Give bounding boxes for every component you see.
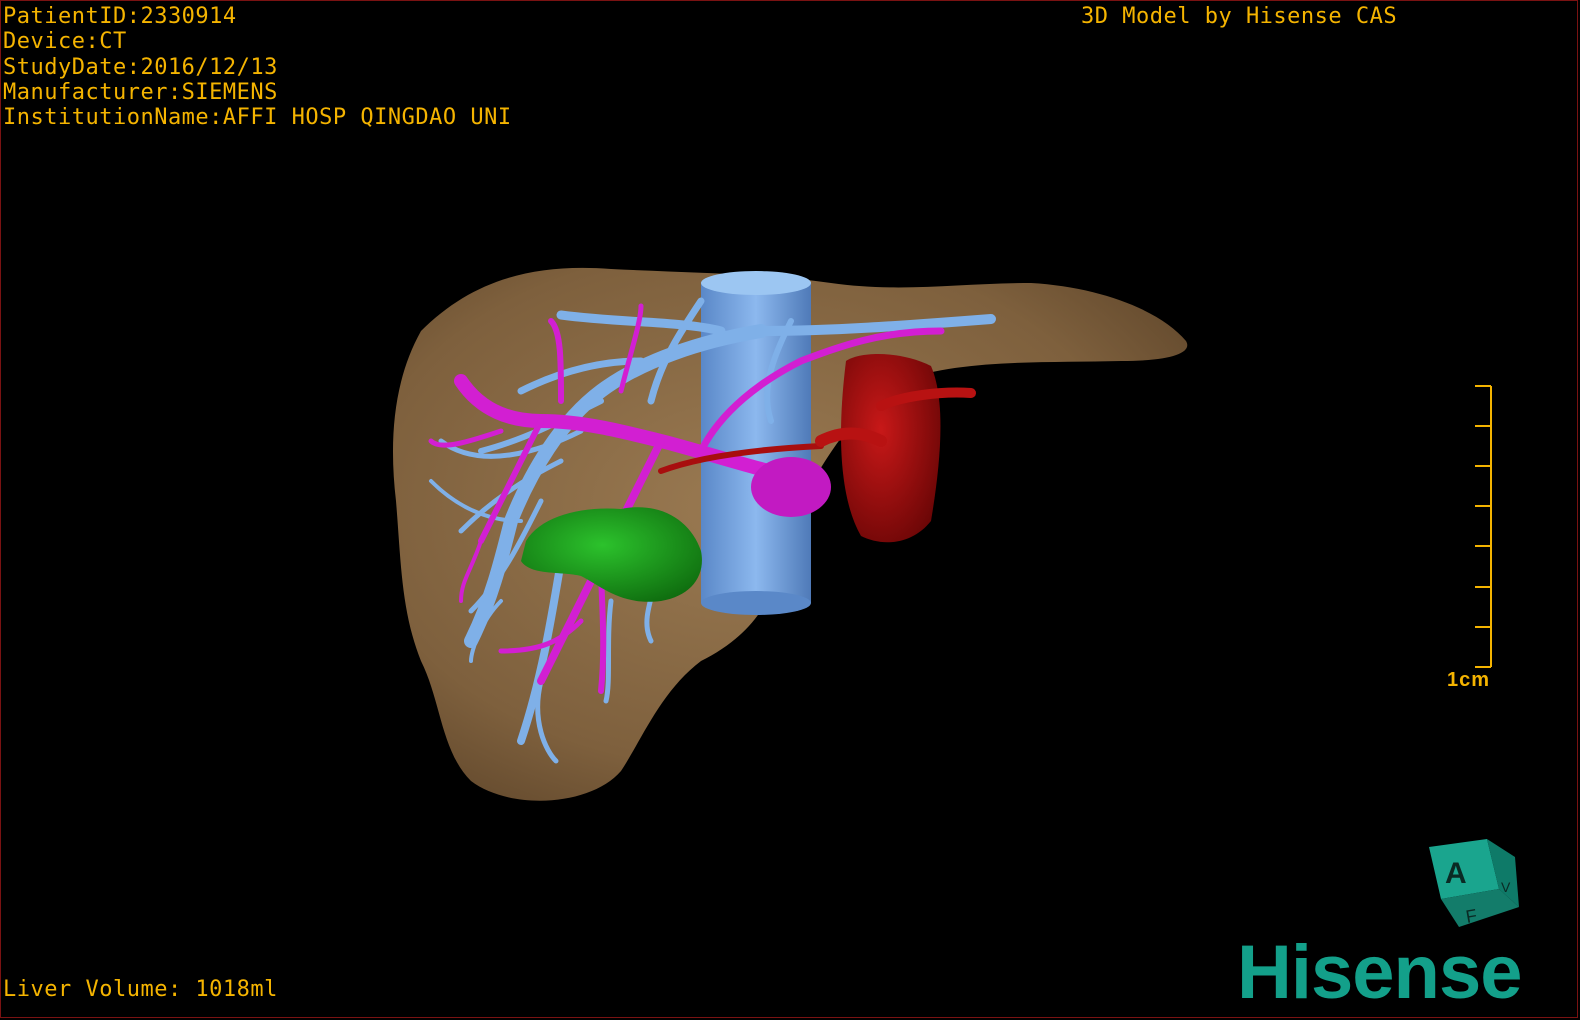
scale-label: 1cm bbox=[1447, 669, 1491, 691]
3d-viewport[interactable]: PatientID:2330914 Device:CT StudyDate:20… bbox=[0, 0, 1578, 1018]
liver-3d-model[interactable] bbox=[1, 1, 1578, 1018]
device: Device:CT bbox=[3, 29, 127, 55]
study-date: StudyDate:2016/12/13 bbox=[3, 54, 278, 80]
hisense-logo: Hisense bbox=[1237, 930, 1522, 1015]
liver-volume: Liver Volume: 1018ml bbox=[3, 977, 278, 1002]
dicom-info-overlay: PatientID:2330914 Device:CT StudyDate:20… bbox=[3, 4, 512, 130]
manufacturer: Manufacturer:SIEMENS bbox=[3, 79, 278, 105]
ruler-icon bbox=[1475, 385, 1492, 668]
model-credit: 3D Model by Hisense CAS bbox=[1081, 4, 1398, 29]
institution-name: InstitutionName:AFFI HOSP QINGDAO UNI bbox=[3, 105, 512, 131]
patient-id: PatientID:2330914 bbox=[3, 4, 237, 29]
portal-vein-trunk bbox=[751, 457, 831, 517]
cube-front-label: A bbox=[1445, 857, 1467, 890]
cube-side-label: V bbox=[1501, 879, 1511, 895]
orientation-cube-icon[interactable]: A F V bbox=[1419, 837, 1529, 937]
inferior-vena-cava bbox=[701, 271, 811, 615]
